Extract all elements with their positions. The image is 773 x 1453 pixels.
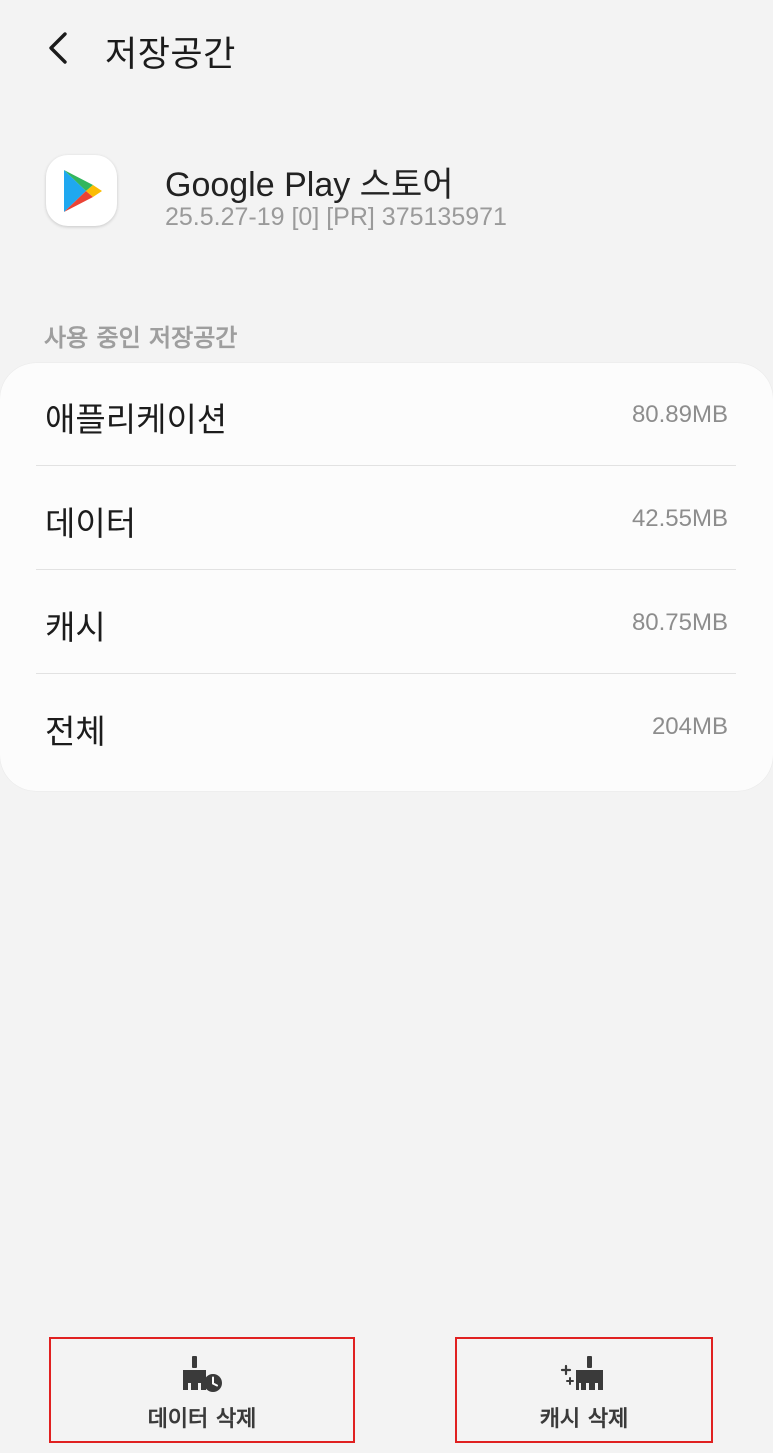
storage-row-application: 애플리케이션 80.89MB [0,363,773,467]
storage-row-value: 42.55MB [631,505,728,532]
storage-row-value: 80.89MB [631,401,728,428]
broom-clock-icon [183,1356,222,1392]
storage-row-total: 전체 204MB [0,675,773,779]
divider [36,673,736,674]
divider [36,465,736,466]
broom-sparkle-icon [560,1356,603,1390]
clear-data-button[interactable]: 데이터 삭제 [49,1337,355,1443]
storage-row-value: 204MB [651,713,728,740]
app-info: Google Play 스토어 25.5.27-19 [0] [PR] 3751… [0,145,773,245]
app-bar: 저장공간 [0,0,773,100]
back-button[interactable] [30,22,86,74]
chevron-left-icon [49,32,67,64]
app-name: Google Play 스토어 [165,166,454,204]
divider [36,569,736,570]
storage-card: 애플리케이션 80.89MB 데이터 42.55MB 캐시 80.75MB 전체… [0,363,773,791]
page-title: 저장공간 [105,35,236,75]
storage-row-value: 80.75MB [631,609,728,636]
storage-row-data: 데이터 42.55MB [0,467,773,571]
section-label: 사용 중인 저장공간 [44,324,238,352]
clear-data-label: 데이터 삭제 [147,1407,257,1432]
storage-row-label: 데이터 [45,504,137,543]
storage-row-label: 애플리케이션 [45,400,228,439]
app-version: 25.5.27-19 [0] [PR] 375135971 [165,203,507,231]
storage-row-label: 전체 [45,712,106,751]
storage-row-cache: 캐시 80.75MB [0,571,773,675]
google-play-icon [46,155,117,226]
clear-cache-button[interactable]: 캐시 삭제 [455,1337,713,1443]
storage-row-label: 캐시 [45,608,106,647]
clear-cache-label: 캐시 삭제 [539,1407,629,1432]
